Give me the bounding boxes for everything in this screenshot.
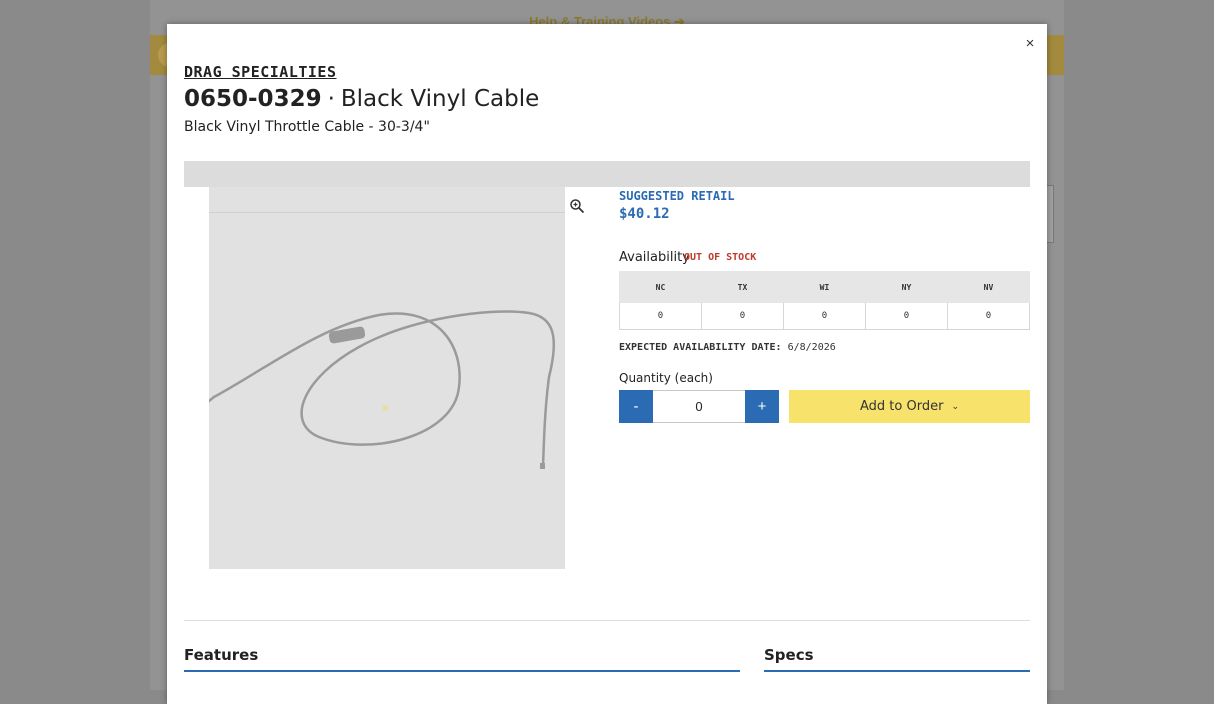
specs-heading: Specs: [764, 646, 814, 664]
add-to-order-label: Add to Order: [860, 399, 944, 414]
warehouse-header-row: NC TX WI NY NV: [619, 271, 1030, 303]
warehouse-qty: 0: [947, 302, 1030, 330]
product-name: Black Vinyl Cable: [340, 86, 540, 112]
features-section: Features: [184, 646, 740, 672]
background-side-box: [1046, 185, 1054, 243]
product-subtitle: Black Vinyl Throttle Cable - 30-3/4": [184, 119, 430, 135]
quantity-increment-button[interactable]: +: [745, 390, 779, 423]
availability-label: Availability: [619, 250, 690, 265]
warehouse-qty: 0: [865, 302, 948, 330]
close-icon[interactable]: ×: [1022, 34, 1038, 54]
specs-section: Specs: [764, 646, 1030, 672]
brand-link[interactable]: DRAG SPECIALTIES: [184, 63, 337, 81]
warehouse-qty: 0: [701, 302, 784, 330]
suggested-retail-label: SUGGESTED RETAIL: [619, 189, 735, 203]
product-title: 0650-0329 · Black Vinyl Cable: [184, 86, 539, 112]
add-to-order-button[interactable]: Add to Order ⌄: [789, 390, 1030, 423]
specs-underline: [764, 670, 1030, 672]
quantity-label: Quantity (each): [619, 371, 713, 385]
product-sku: 0650-0329: [184, 86, 322, 112]
features-underline: [184, 670, 740, 672]
section-divider: [184, 620, 1030, 621]
expected-availability: EXPECTED AVAILABILITY DATE: 6/8/2026: [619, 342, 836, 353]
warehouse-header: NY: [865, 271, 948, 303]
warehouse-qty: 0: [619, 302, 702, 330]
expected-availability-date: 6/8/2026: [787, 342, 836, 353]
warehouse-qty: 0: [783, 302, 866, 330]
warehouse-header: NV: [947, 271, 1030, 303]
features-heading: Features: [184, 646, 259, 664]
expected-availability-label: EXPECTED AVAILABILITY DATE:: [619, 342, 782, 353]
quantity-input[interactable]: [653, 390, 745, 423]
quantity-decrement-button[interactable]: -: [619, 390, 653, 423]
warehouse-header: NC: [619, 271, 702, 303]
product-detail-modal: × DRAG SPECIALTIES 0650-0329 · Black Vinyl…: [167, 24, 1047, 704]
image-header-band: [184, 161, 1030, 187]
suggested-retail-price: $40.12: [619, 206, 670, 222]
warehouse-header: WI: [783, 271, 866, 303]
warehouse-header: TX: [701, 271, 784, 303]
product-image[interactable]: [209, 187, 565, 569]
stock-status-badge: OUT OF STOCK: [684, 252, 757, 263]
chevron-down-icon: ⌄: [951, 402, 959, 412]
title-separator: ·: [327, 86, 335, 112]
zoom-in-icon[interactable]: [569, 198, 585, 214]
warehouse-stock-table: NC TX WI NY NV 0 0 0 0 0: [619, 271, 1030, 330]
warehouse-value-row: 0 0 0 0 0: [619, 302, 1030, 330]
throttle-cable-image: [209, 310, 556, 469]
